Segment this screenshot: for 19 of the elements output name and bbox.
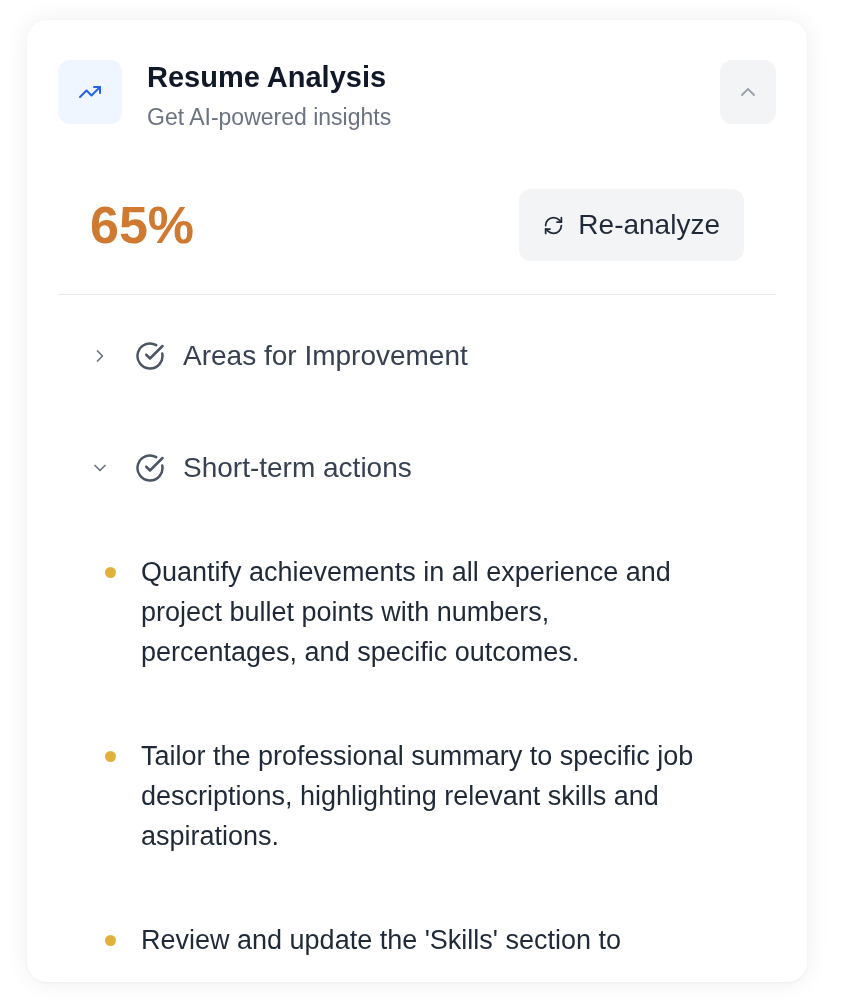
bullet-dot-icon bbox=[105, 567, 116, 578]
card-title: Resume Analysis bbox=[147, 60, 387, 94]
collapse-button[interactable] bbox=[720, 60, 776, 124]
refresh-icon bbox=[543, 214, 565, 236]
bullet-dot-icon bbox=[105, 935, 116, 946]
check-circle-icon bbox=[135, 341, 165, 371]
section-toggle[interactable]: Areas for Improvement bbox=[58, 332, 468, 380]
score-value: 65% bbox=[90, 195, 195, 255]
section-toggle[interactable]: Short-term actions bbox=[58, 444, 412, 492]
reanalyze-button[interactable]: Re-analyze bbox=[519, 189, 744, 261]
card-subtitle: Get AI-powered insights bbox=[147, 104, 392, 131]
bullet-dot-icon bbox=[105, 751, 116, 762]
suggestion-text: Quantify achievements in all experience and project bullet points with numbers, percentages, and specific outcomes. bbox=[141, 556, 672, 669]
section-title: Short-term actions bbox=[183, 452, 412, 484]
check-circle-icon bbox=[135, 453, 165, 483]
suggestion-text: Review and update the 'Skills' section to bbox=[141, 924, 622, 957]
section-title: Areas for Improvement bbox=[183, 340, 468, 372]
suggestion-text: Tailor the professional summary to specific job descriptions, highlighting relevant skills and aspirations. bbox=[141, 740, 695, 853]
trending-up-icon bbox=[58, 60, 122, 124]
